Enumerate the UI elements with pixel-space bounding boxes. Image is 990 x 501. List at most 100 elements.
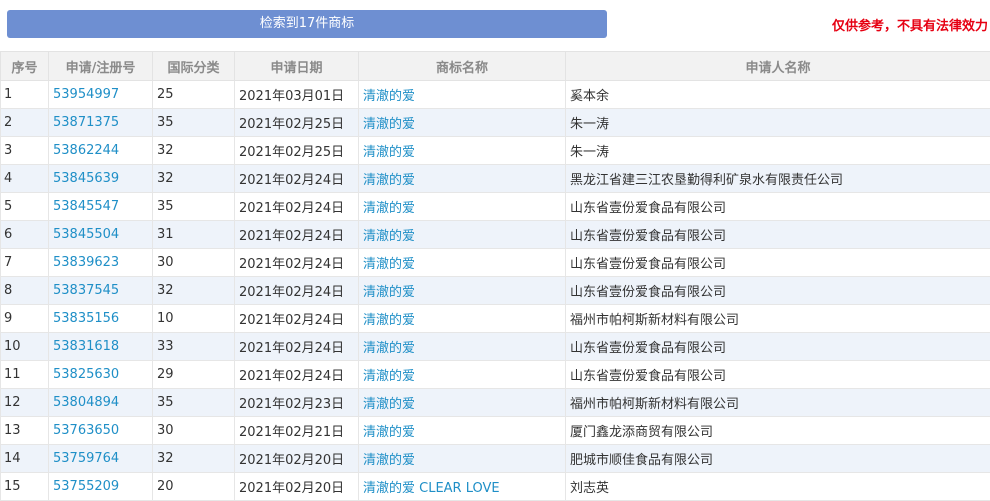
registration-number-link[interactable]: 53837545 <box>49 277 153 305</box>
trademark-name-link[interactable]: 清澈的爱 <box>359 137 566 165</box>
trademark-name-link[interactable]: 清澈的爱 <box>359 333 566 361</box>
international-class: 35 <box>153 193 235 221</box>
row-index: 13 <box>1 417 49 445</box>
applicant-name: 山东省壹份爱食品有限公司 <box>566 361 990 389</box>
registration-number-link[interactable]: 53763650 <box>49 417 153 445</box>
registration-number-link[interactable]: 53835156 <box>49 305 153 333</box>
trademark-name-link[interactable]: 清澈的爱 <box>359 389 566 417</box>
application-date: 2021年02月20日 <box>235 473 359 501</box>
trademark-name-link[interactable]: 清澈的爱 <box>359 277 566 305</box>
applicant-name: 肥城市顺佳食品有限公司 <box>566 445 990 473</box>
row-index: 10 <box>1 333 49 361</box>
table-row: 353862244322021年02月25日清澈的爱朱一涛 <box>1 137 990 165</box>
column-header-mark-name: 商标名称 <box>359 52 566 81</box>
application-date: 2021年02月24日 <box>235 249 359 277</box>
registration-number-link[interactable]: 53825630 <box>49 361 153 389</box>
international-class: 25 <box>153 81 235 109</box>
international-class: 29 <box>153 361 235 389</box>
trademark-name-link[interactable]: 清澈的爱 CLEAR LOVE <box>359 473 566 501</box>
column-header-reg-no: 申请/注册号 <box>49 52 153 81</box>
table-row: 1553755209202021年02月20日清澈的爱 CLEAR LOVE刘志… <box>1 473 990 501</box>
applicant-name: 奚本余 <box>566 81 990 109</box>
application-date: 2021年02月24日 <box>235 361 359 389</box>
table-row: 1353763650302021年02月21日清澈的爱厦门鑫龙添商贸有限公司 <box>1 417 990 445</box>
international-class: 20 <box>153 473 235 501</box>
international-class: 35 <box>153 109 235 137</box>
registration-number-link[interactable]: 53845547 <box>49 193 153 221</box>
column-header-class: 国际分类 <box>153 52 235 81</box>
row-index: 5 <box>1 193 49 221</box>
result-count-button[interactable]: 检索到17件商标 <box>7 10 607 38</box>
row-index: 8 <box>1 277 49 305</box>
trademark-name-link[interactable]: 清澈的爱 <box>359 109 566 137</box>
column-header-date: 申请日期 <box>235 52 359 81</box>
row-index: 11 <box>1 361 49 389</box>
trademark-name-link[interactable]: 清澈的爱 <box>359 165 566 193</box>
international-class: 10 <box>153 305 235 333</box>
international-class: 32 <box>153 445 235 473</box>
registration-number-link[interactable]: 53755209 <box>49 473 153 501</box>
row-index: 12 <box>1 389 49 417</box>
registration-number-link[interactable]: 53845504 <box>49 221 153 249</box>
applicant-name: 黑龙江省建三江农垦勤得利矿泉水有限责任公司 <box>566 165 990 193</box>
row-index: 4 <box>1 165 49 193</box>
registration-number-link[interactable]: 53845639 <box>49 165 153 193</box>
table-row: 1053831618332021年02月24日清澈的爱山东省壹份爱食品有限公司 <box>1 333 990 361</box>
applicant-name: 山东省壹份爱食品有限公司 <box>566 193 990 221</box>
application-date: 2021年02月24日 <box>235 165 359 193</box>
applicant-name: 刘志英 <box>566 473 990 501</box>
row-index: 15 <box>1 473 49 501</box>
trademark-name-link[interactable]: 清澈的爱 <box>359 221 566 249</box>
international-class: 30 <box>153 417 235 445</box>
application-date: 2021年02月24日 <box>235 193 359 221</box>
international-class: 31 <box>153 221 235 249</box>
row-index: 1 <box>1 81 49 109</box>
trademark-name-link[interactable]: 清澈的爱 <box>359 445 566 473</box>
table-row: 553845547352021年02月24日清澈的爱山东省壹份爱食品有限公司 <box>1 193 990 221</box>
international-class: 33 <box>153 333 235 361</box>
trademark-name-link[interactable]: 清澈的爱 <box>359 361 566 389</box>
row-index: 2 <box>1 109 49 137</box>
application-date: 2021年02月23日 <box>235 389 359 417</box>
trademark-name-link[interactable]: 清澈的爱 <box>359 193 566 221</box>
table-row: 1253804894352021年02月23日清澈的爱福州市帕柯斯新材料有限公司 <box>1 389 990 417</box>
international-class: 32 <box>153 277 235 305</box>
table-header-row: 序号 申请/注册号 国际分类 申请日期 商标名称 申请人名称 <box>1 52 990 81</box>
row-index: 14 <box>1 445 49 473</box>
row-index: 3 <box>1 137 49 165</box>
application-date: 2021年02月21日 <box>235 417 359 445</box>
registration-number-link[interactable]: 53804894 <box>49 389 153 417</box>
trademark-name-link[interactable]: 清澈的爱 <box>359 305 566 333</box>
top-bar: 检索到17件商标 仅供参考，不具有法律效力 <box>0 0 990 50</box>
application-date: 2021年03月01日 <box>235 81 359 109</box>
applicant-name: 朱一涛 <box>566 137 990 165</box>
application-date: 2021年02月25日 <box>235 137 359 165</box>
registration-number-link[interactable]: 53759764 <box>49 445 153 473</box>
trademark-name-link[interactable]: 清澈的爱 <box>359 417 566 445</box>
applicant-name: 山东省壹份爱食品有限公司 <box>566 277 990 305</box>
row-index: 9 <box>1 305 49 333</box>
row-index: 6 <box>1 221 49 249</box>
column-header-applicant: 申请人名称 <box>566 52 990 81</box>
international-class: 35 <box>153 389 235 417</box>
trademark-table: 序号 申请/注册号 国际分类 申请日期 商标名称 申请人名称 153954997… <box>0 51 990 501</box>
table-row: 453845639322021年02月24日清澈的爱黑龙江省建三江农垦勤得利矿泉… <box>1 165 990 193</box>
applicant-name: 福州市帕柯斯新材料有限公司 <box>566 305 990 333</box>
application-date: 2021年02月24日 <box>235 277 359 305</box>
international-class: 30 <box>153 249 235 277</box>
applicant-name: 山东省壹份爱食品有限公司 <box>566 333 990 361</box>
table-row: 653845504312021年02月24日清澈的爱山东省壹份爱食品有限公司 <box>1 221 990 249</box>
trademark-name-link[interactable]: 清澈的爱 <box>359 249 566 277</box>
registration-number-link[interactable]: 53954997 <box>49 81 153 109</box>
registration-number-link[interactable]: 53831618 <box>49 333 153 361</box>
applicant-name: 山东省壹份爱食品有限公司 <box>566 221 990 249</box>
registration-number-link[interactable]: 53839623 <box>49 249 153 277</box>
application-date: 2021年02月25日 <box>235 109 359 137</box>
registration-number-link[interactable]: 53871375 <box>49 109 153 137</box>
disclaimer-text: 仅供参考，不具有法律效力 <box>832 15 988 34</box>
international-class: 32 <box>153 137 235 165</box>
table-row: 153954997252021年03月01日清澈的爱奚本余 <box>1 81 990 109</box>
trademark-name-link[interactable]: 清澈的爱 <box>359 81 566 109</box>
application-date: 2021年02月24日 <box>235 333 359 361</box>
registration-number-link[interactable]: 53862244 <box>49 137 153 165</box>
